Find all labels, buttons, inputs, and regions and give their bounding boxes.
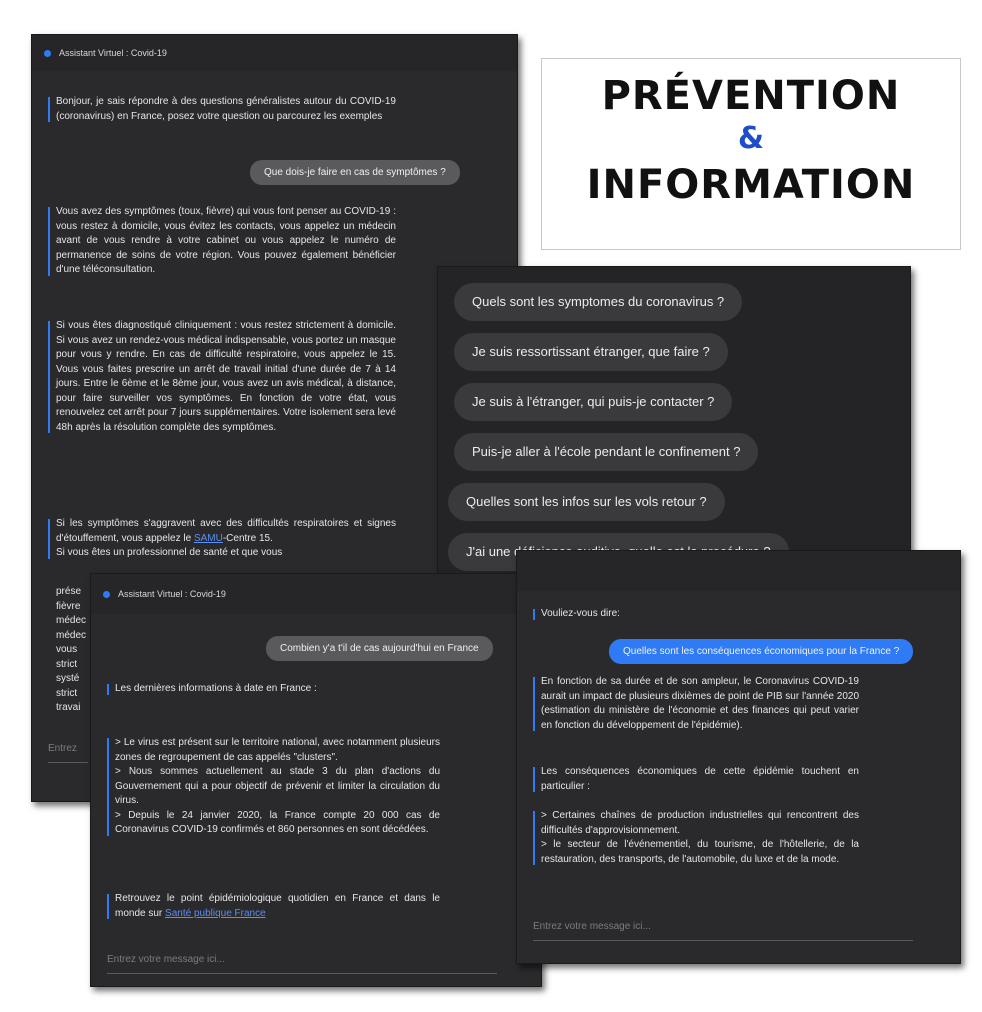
- chat-header: Assistant Virtuel : Covid-19: [91, 574, 541, 614]
- chat-header-title: Assistant Virtuel : Covid-19: [118, 589, 226, 599]
- title-line-information: INFORMATION: [586, 162, 916, 208]
- title-line-prevention: PRÉVENTION: [601, 73, 901, 119]
- sante-publique-link[interactable]: Santé publique France: [165, 908, 266, 919]
- bot-message-answer-2: Si vous êtes diagnostiqué cliniquement :…: [48, 319, 396, 435]
- message-input[interactable]: Entrez votre message ici...: [107, 954, 497, 974]
- samu-link[interactable]: SAMU: [194, 533, 223, 544]
- bot-message-answer-1: Vous avez des symptômes (toux, fièvre) q…: [48, 205, 396, 278]
- user-message-bubble: Combien y'a t'il de cas aujourd'hui en F…: [266, 636, 493, 661]
- status-dot-icon: [103, 590, 110, 598]
- message-input[interactable]: Entrez: [48, 743, 88, 763]
- title-ampersand: &: [737, 121, 765, 156]
- bot-message-bullets: > Le virus est présent sur le territoire…: [107, 736, 440, 838]
- bot-message-answer-2: Les conséquences économiques de cette ép…: [533, 765, 859, 794]
- chat-panel-cases: Assistant Virtuel : Covid-19 Combien y'a…: [90, 573, 542, 987]
- suggestion-chip[interactable]: Je suis à l'étranger, qui puis-je contac…: [454, 383, 733, 421]
- suggestions-panel: Quels sont les symptomes du coronavirus …: [437, 266, 911, 582]
- bot-message-answer-1: En fonction de sa durée et de son ampleu…: [533, 675, 859, 733]
- suggestion-chip[interactable]: Quels sont les symptomes du coronavirus …: [454, 283, 743, 321]
- bot-message-footer: Retrouvez le point épidémiologique quoti…: [107, 892, 440, 921]
- user-message-bubble: Quelles sont les conséquences économique…: [609, 639, 914, 664]
- bot-message-bullets: > Certaines chaînes de production indust…: [533, 809, 859, 867]
- chat-header: Assistant Virtuel : Covid-19: [32, 35, 517, 71]
- status-dot-icon: [44, 49, 51, 57]
- message-input[interactable]: Entrez votre message ici...: [533, 921, 913, 941]
- bot-message-intro: Bonjour, je sais répondre à des question…: [48, 95, 396, 124]
- partial-lines: prése fièvre médec médec vous strict sys…: [56, 586, 87, 713]
- bot-message-did-you-mean: Vouliez-vous dire:: [533, 607, 741, 622]
- chat-panel-economy: Vouliez-vous dire: Quelles sont les cons…: [516, 550, 961, 964]
- suggestion-chip[interactable]: Je suis ressortissant étranger, que fair…: [454, 333, 728, 371]
- bot-message-intro: Les dernières informations à date en Fra…: [107, 682, 435, 697]
- title-box: PRÉVENTION & INFORMATION: [541, 58, 961, 250]
- chat-header-title: Assistant Virtuel : Covid-19: [59, 48, 167, 58]
- bot-message-answer-3: Si les symptômes s'aggravent avec des di…: [48, 517, 396, 561]
- chat-header: [517, 551, 960, 591]
- user-message-bubble: Que dois-je faire en cas de symptômes ?: [250, 160, 460, 185]
- suggestion-chip[interactable]: Quelles sont les infos sur les vols reto…: [448, 483, 725, 521]
- suggestion-chip[interactable]: Puis-je aller à l'école pendant le confi…: [454, 433, 759, 471]
